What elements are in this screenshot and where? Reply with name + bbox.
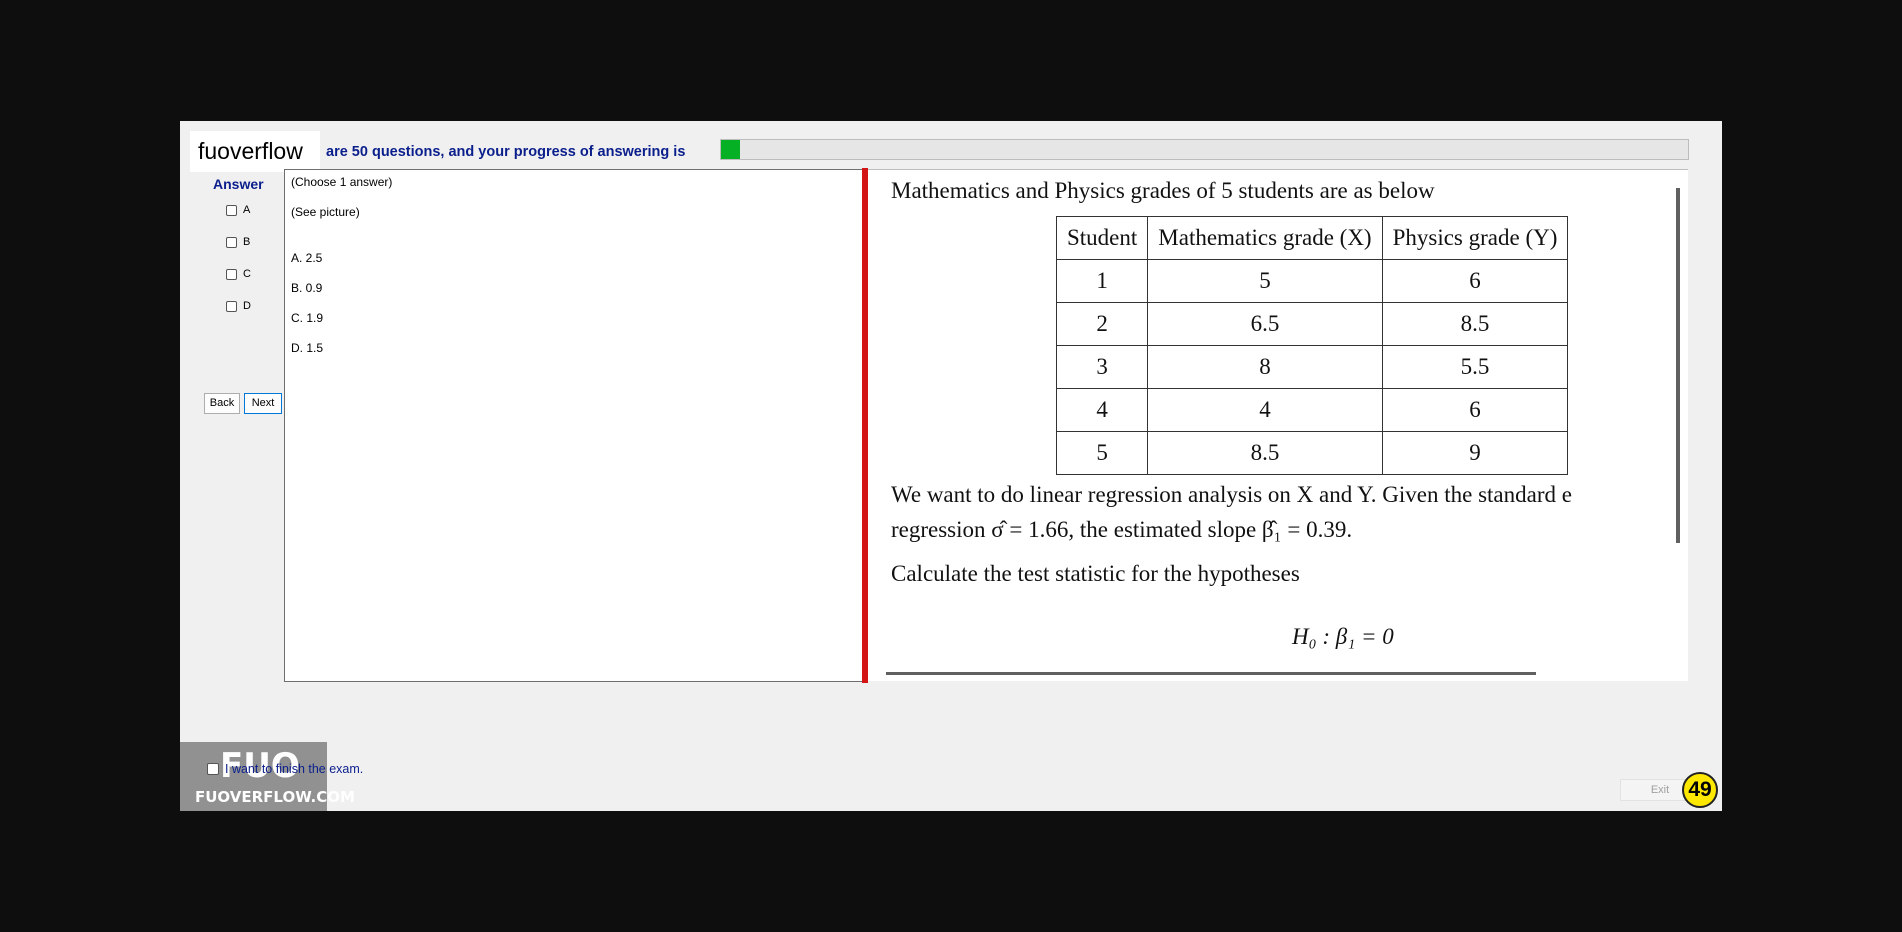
table-cell: 8.5 — [1147, 431, 1383, 475]
table-row: 5 8.5 9 — [1055, 431, 1569, 475]
table-cell: 4 — [1055, 388, 1149, 432]
option-b[interactable]: B — [226, 236, 250, 248]
question-picture: Mathematics and Physics grades of 5 stud… — [868, 169, 1688, 681]
choice-c: C. 1.9 — [291, 311, 324, 325]
checkbox-a[interactable] — [226, 204, 237, 216]
option-label-d: D — [243, 300, 251, 312]
finish-exam-option[interactable]: I want to finish the exam. — [207, 762, 363, 776]
progress-label: are 50 questions, and your progress of a… — [326, 144, 686, 160]
table-cell: 5.5 — [1381, 345, 1569, 389]
grades-table: Student Mathematics grade (X) Physics gr… — [1055, 216, 1569, 475]
table-cell: 5 — [1147, 259, 1383, 303]
finish-exam-label: I want to finish the exam. — [225, 762, 364, 776]
table-cell: 3 — [1055, 345, 1149, 389]
picture-content: Mathematics and Physics grades of 5 stud… — [868, 170, 1672, 667]
choice-a: A. 2.5 — [291, 251, 323, 265]
progress-bar — [720, 139, 1689, 160]
regression-text-line2: regression σ̂ = 1.66, the estimated slop… — [891, 517, 1353, 542]
table-header: Student — [1055, 216, 1149, 260]
table-cell: 8.5 — [1381, 302, 1569, 346]
option-c[interactable]: C — [226, 268, 251, 280]
table-header-row: Student Mathematics grade (X) Physics gr… — [1055, 216, 1569, 260]
option-d[interactable]: D — [226, 300, 251, 312]
table-row: 1 5 6 — [1055, 259, 1569, 303]
horizontal-scrollbar[interactable] — [886, 672, 1536, 675]
table-row: 3 8 5.5 — [1055, 345, 1569, 389]
question-panel: (Choose 1 answer) (See picture) A. 2.5 B… — [284, 169, 864, 682]
table-cell: 1 — [1055, 259, 1149, 303]
table-cell: 8 — [1147, 345, 1383, 389]
answer-title: Answer — [213, 176, 264, 192]
table-header: Physics grade (Y) — [1381, 216, 1569, 260]
question-number-badge: 49 — [1682, 772, 1718, 808]
option-label-b: B — [243, 236, 251, 248]
table-row: 2 6.5 8.5 — [1055, 302, 1569, 346]
table-cell: 5 — [1055, 431, 1149, 475]
table-header: Mathematics grade (X) — [1147, 216, 1383, 260]
choice-b: B. 0.9 — [291, 281, 323, 295]
checkbox-c[interactable] — [226, 268, 237, 280]
hypothesis-prompt: Calculate the test statistic for the hyp… — [891, 561, 1300, 586]
choice-d: D. 1.5 — [291, 341, 324, 355]
table-row: 4 4 6 — [1055, 388, 1569, 432]
next-button[interactable]: Next — [244, 393, 282, 414]
option-label-c: C — [243, 268, 251, 280]
picture-intro: Mathematics and Physics grades of 5 stud… — [891, 178, 1435, 203]
table-cell: 9 — [1381, 431, 1569, 475]
vertical-scrollbar[interactable] — [1676, 188, 1680, 543]
watermark-site-text: FUOVERFLOW.COM — [195, 788, 355, 806]
option-a[interactable]: A — [226, 204, 250, 216]
answer-panel: Answer A B C D — [204, 170, 282, 680]
table-cell: 6.5 — [1147, 302, 1383, 346]
option-label-a: A — [243, 204, 251, 216]
question-reference: (See picture) — [291, 205, 360, 219]
checkbox-d[interactable] — [226, 300, 237, 312]
table-cell: 6 — [1381, 259, 1569, 303]
site-logo: fuoverflow — [190, 131, 320, 172]
checkbox-b[interactable] — [226, 236, 237, 248]
table-cell: 6 — [1381, 388, 1569, 432]
hypothesis-formula: H₀ : β₁ = 0 — [1292, 624, 1394, 649]
fuoverflow-watermark-logo: FUO FUOVERFLOW.COM — [180, 742, 355, 811]
table-cell: 2 — [1055, 302, 1149, 346]
regression-text-line1: We want to do linear regression analysis… — [891, 482, 1572, 507]
question-instruction: (Choose 1 answer) — [291, 175, 393, 189]
progress-fill — [721, 140, 741, 159]
back-button[interactable]: Back — [204, 393, 240, 414]
table-cell: 4 — [1147, 388, 1383, 432]
finish-exam-checkbox[interactable] — [207, 763, 219, 775]
